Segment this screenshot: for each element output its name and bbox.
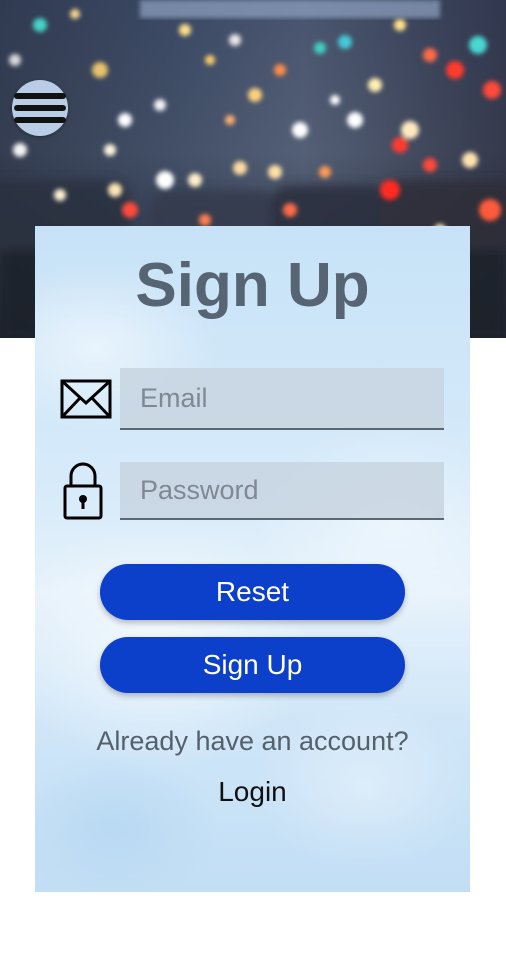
hamburger-menu-icon-bar <box>14 117 66 123</box>
login-link[interactable]: Login <box>35 776 470 808</box>
sign-up-button[interactable]: Sign Up <box>100 637 405 693</box>
password-input[interactable] <box>120 462 444 520</box>
page-title: Sign Up <box>135 251 370 320</box>
padlock-icon <box>63 462 103 520</box>
email-input[interactable] <box>120 368 444 430</box>
account-prompt-text: Already have an account? <box>96 726 409 756</box>
hamburger-menu-button[interactable] <box>12 80 68 136</box>
signup-screen: Sign Up Reset Sign Up Already have an ac… <box>0 0 506 976</box>
reset-button[interactable]: Reset <box>100 564 405 620</box>
hamburger-menu-icon-bar <box>14 105 66 111</box>
hamburger-menu-icon <box>14 93 66 99</box>
signup-card: Sign Up Reset Sign Up Already have an ac… <box>35 226 470 892</box>
envelope-icon <box>60 379 112 419</box>
